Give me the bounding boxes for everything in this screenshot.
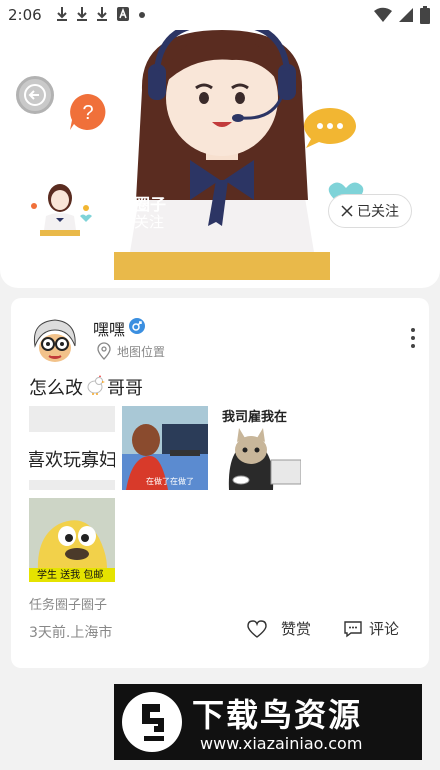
user-name[interactable]: 嘿嘿 [93,316,125,340]
male-gender-icon [129,318,145,338]
comment-icon [344,620,362,637]
post-text: 怎么改 哥哥 [29,374,143,400]
post-image-1[interactable]: 喜欢玩寡妇 [29,406,115,490]
post-image-4[interactable]: 学生 送我 包邮 [29,498,115,582]
notification-icons [56,6,146,22]
location-label: 地图位置 [117,344,166,359]
location: 地图位置 [95,342,165,360]
battery-icon [420,6,430,24]
watermark-url: www.xiazainiao.com [200,734,363,753]
post-meta: 3天前.上海市 [29,625,113,641]
more-options-button[interactable] [407,328,419,348]
svg-text:?: ? [82,102,93,124]
chicken-emoji-icon [85,374,105,400]
post-image-3[interactable]: 我司雇我在 [215,406,301,490]
post-image-4-caption: 学生 送我 包邮 [37,570,104,581]
status-bar: 2:06 [0,0,440,30]
post-image-2[interactable]: 在做了在做了 [122,406,208,490]
watermark-title: 下载鸟资源 [192,696,363,734]
heart-outline-icon [247,619,267,638]
post-image-2-caption: 在做了在做了 [146,477,194,486]
post-image-3-caption: 我司雇我在 [222,410,288,425]
comment-label: 评论 [369,620,400,638]
comment-button[interactable]: 评论 [343,618,399,639]
close-icon [341,205,353,217]
chat-bubble-icon [302,106,358,154]
circle-subtitle: 关注 [134,213,165,231]
wifi-icon [374,7,392,23]
download-icon [77,7,87,21]
system-icons [374,6,430,24]
tip-button[interactable]: 赞赏 [247,618,311,639]
post-card[interactable]: 嘿嘿 地图位置 怎么改 哥哥 喜欢玩寡妇 在做了在做了 我司雇我在 学生 送我 … [11,298,429,668]
follow-button[interactable]: 已关注 [328,194,412,228]
download-icon [57,7,67,21]
user-avatar[interactable] [29,316,79,366]
a-icon [117,7,129,21]
post-image-1-caption: 喜欢玩寡妇 [29,450,115,471]
watermark: 下载鸟资源 www.xiazainiao.com [114,684,422,760]
location-pin-icon [97,342,111,360]
download-icon [97,7,107,21]
circle-avatar [26,182,98,242]
bird-logo-icon [122,692,182,752]
tip-label: 赞赏 [281,620,312,638]
circle-tag[interactable]: 任务圈子圈子 [29,594,107,613]
circle-header: ? 圈子 关注 已关注 [0,30,440,288]
dot-icon [139,12,145,18]
post-text-after: 哥哥 [107,378,143,399]
back-button[interactable] [16,76,54,114]
question-bubble-icon: ? [68,92,108,136]
status-time: 2:06 [8,6,42,24]
signal-icon [399,8,413,22]
back-arrow-icon [24,84,46,106]
customer-service-mascot [112,30,332,286]
follow-label: 已关注 [357,204,399,220]
post-text-before: 怎么改 [29,378,83,399]
